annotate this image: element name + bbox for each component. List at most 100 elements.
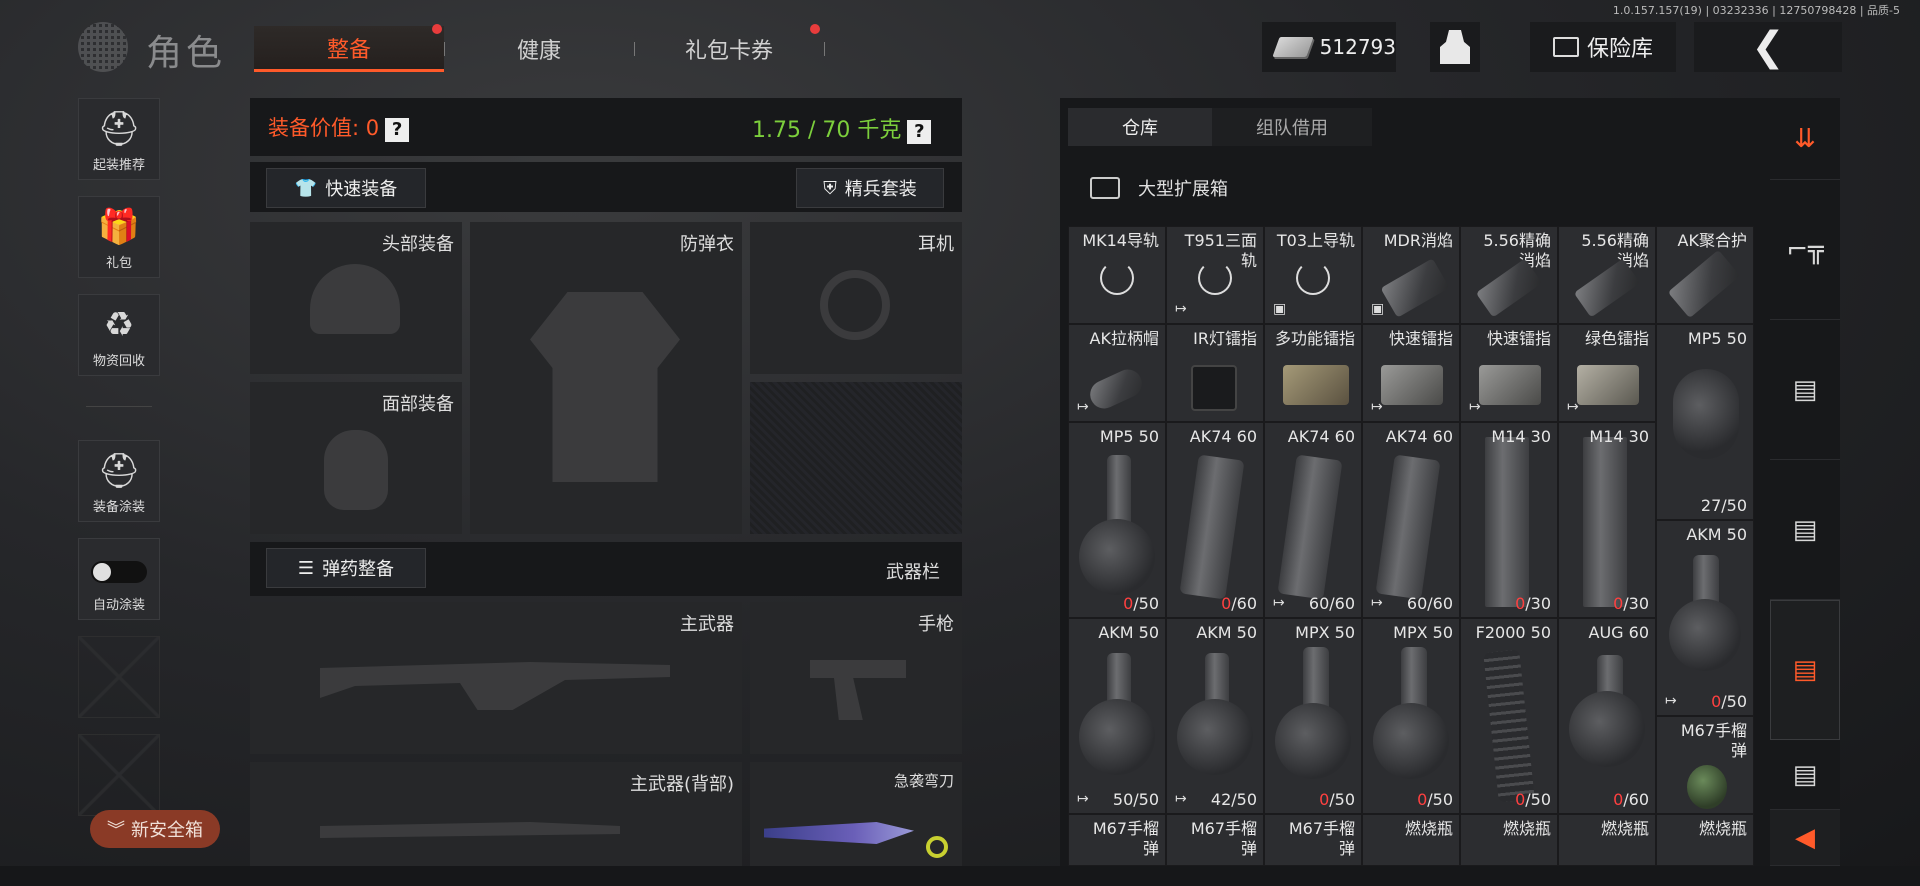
quick-equip-button[interactable]: 👕 快速装备 [266, 168, 426, 208]
storage-item[interactable]: 5.56精确 消焰 [1460, 226, 1558, 324]
tab-label: 健康 [516, 39, 561, 64]
storage-item[interactable]: AK拉柄帽 ↦ [1068, 324, 1166, 422]
storage-item[interactable]: 燃烧瓶 [1558, 814, 1656, 866]
storage-item[interactable]: MK14导轨 [1068, 226, 1166, 324]
laser-module-icon [1577, 365, 1639, 405]
storage-item[interactable]: 燃烧瓶 [1656, 814, 1754, 866]
sidebar-item-auto-paint[interactable]: 自动涂装 [78, 538, 160, 620]
sidebar-item-label: 装备涂装 [92, 500, 145, 515]
item-name: 多功能镭指 [1274, 329, 1355, 348]
storage-item[interactable]: AK74 60 ↦ 60/60 [1264, 422, 1362, 618]
storage-item[interactable]: M67手榴 弹 [1656, 716, 1754, 814]
mask-silhouette-icon [324, 430, 388, 510]
back-weapon-slot[interactable]: 主武器(背部) [250, 762, 742, 866]
storage-item[interactable]: AKM 50 ↦ 50/50 [1068, 618, 1166, 814]
primary-weapon-slot[interactable]: 主武器 [250, 602, 742, 754]
tab-container-2[interactable]: ▤ [1770, 460, 1840, 600]
sidebar-item-gift[interactable]: 🎁 礼包 [78, 196, 160, 278]
tab-container-1[interactable]: ▤ [1770, 320, 1840, 460]
tab-container-4[interactable]: ▤ [1770, 740, 1840, 810]
tab-health[interactable]: 健康 [444, 26, 634, 72]
storage-item[interactable]: MP5 50 27/50 [1656, 324, 1754, 520]
slot-label: 面部装备 [382, 394, 454, 415]
storage-item[interactable]: AK聚合护 [1656, 226, 1754, 324]
tab-label: 礼包卡券 [684, 39, 773, 64]
help-icon[interactable]: ? [385, 118, 410, 142]
storage-item[interactable]: 绿色镭指 ↦ [1558, 324, 1656, 422]
item-name: M67手榴 弹 [1680, 721, 1747, 760]
box-icon: ▣ [1371, 301, 1385, 317]
storage-item[interactable]: M14 30 0/30 [1460, 422, 1558, 618]
storage-item[interactable]: AKM 50 ↦ 0/50 [1656, 520, 1754, 716]
sidebar-item-equipment-paint[interactable]: ⛑ 装备涂装 [78, 440, 160, 522]
safebox-label: 新安全箱 [131, 820, 203, 841]
rifle-silhouette-icon [320, 662, 670, 710]
karambit-ring-icon [926, 836, 948, 858]
storage-item[interactable]: MDR消焰 ▣ [1362, 226, 1460, 324]
back-arrow-icon: ❮ [1751, 24, 1785, 70]
help-icon[interactable]: ? [907, 120, 932, 144]
storage-item[interactable]: AK74 60 0/60 [1166, 422, 1264, 618]
equipment-value: 装备价值: 0? [268, 112, 410, 142]
item-name: 燃烧瓶 [1698, 819, 1747, 838]
new-safebox-button[interactable]: ︾ 新安全箱 [90, 810, 220, 848]
storage-item[interactable]: 快速镭指 ↦ [1460, 324, 1558, 422]
tab-warehouse[interactable]: 仓库 [1068, 108, 1212, 146]
storage-item[interactable]: 5.56精确 消焰 [1558, 226, 1656, 324]
tab-container-3[interactable]: ▤ [1770, 600, 1840, 740]
storage-item[interactable]: MPX 50 0/50 [1362, 618, 1460, 814]
storage-item[interactable]: T03上导轨 ▣ [1264, 226, 1362, 324]
storage-item[interactable]: MPX 50 0/50 [1264, 618, 1362, 814]
storage-item[interactable]: 快速镭指 ↦ [1362, 324, 1460, 422]
back-button[interactable]: ❮ [1694, 22, 1842, 72]
storage-item[interactable]: T951三面 轨 ↦ [1166, 226, 1264, 324]
melee-slot[interactable]: 急袭弯刀 [750, 762, 962, 866]
item-name: AK74 60 [1287, 427, 1355, 446]
storage-item[interactable]: 燃烧瓶 [1362, 814, 1460, 866]
sidebar-item-recommended-loadout[interactable]: ⛑ 起装推荐 [78, 98, 160, 180]
storage-item[interactable]: M67手榴 弹 [1166, 814, 1264, 866]
face-gear-slot[interactable]: 面部装备 [250, 382, 462, 534]
tab-team-borrow[interactable]: 组队借用 [1212, 108, 1372, 146]
operator-button[interactable] [1430, 22, 1480, 72]
storage-item[interactable]: M14 30 0/30 [1558, 422, 1656, 618]
operator-icon [1440, 30, 1470, 64]
body-armor-slot[interactable]: 防弹衣 [470, 222, 742, 534]
elite-set-button[interactable]: ⛨ 精兵套装 [796, 168, 944, 208]
item-name: F2000 50 [1475, 623, 1551, 642]
tab-weapons[interactable]: ⌐╦ [1770, 180, 1840, 320]
currency-display[interactable]: 512793 [1262, 22, 1396, 72]
ammo-prep-button[interactable]: ☰ 弹药整备 [266, 548, 426, 588]
vest-silhouette-icon [530, 292, 680, 482]
tab-equipment[interactable]: 整备 [254, 24, 444, 72]
storage-item[interactable]: 多功能镭指 [1264, 324, 1362, 422]
collapse-button[interactable]: ◀ [1770, 810, 1840, 866]
storage-item[interactable]: AKM 50 ↦ 42/50 [1166, 618, 1264, 814]
storage-item[interactable]: M67手榴 弹 [1068, 814, 1166, 866]
storage-item[interactable]: AK74 60 ↦ 60/60 [1362, 422, 1460, 618]
pistol-slot[interactable]: 手枪 [750, 602, 962, 754]
item-name: AK聚合护 [1677, 231, 1747, 250]
storage-item[interactable]: F2000 50 0/50 [1460, 618, 1558, 814]
vault-button[interactable]: 保险库 [1530, 22, 1676, 72]
storage-item[interactable]: M67手榴 弹 [1264, 814, 1362, 866]
transfer-icon: ↦ [1371, 595, 1383, 611]
container-title: 大型扩展箱 [1138, 179, 1228, 200]
ammo-prep-label: 弹药整备 [322, 559, 395, 580]
storage-item[interactable]: MP5 50 0/50 [1068, 422, 1166, 618]
tab-gift-coupons[interactable]: 礼包卡券 [634, 24, 824, 72]
tab-divider [824, 42, 825, 56]
storage-item[interactable]: IR灯镭指 [1166, 324, 1264, 422]
sidebar-item-recycle[interactable]: ♻ 物资回收 [78, 294, 160, 376]
game-screen: 1.0.157.157(19) | 03232336 | 12750798428… [0, 0, 1920, 886]
box-icon: ▣ [1273, 301, 1287, 317]
auto-paint-toggle[interactable] [91, 561, 147, 583]
headset-slot[interactable]: 耳机 [750, 222, 962, 374]
container-box-icon: ▤ [1792, 655, 1818, 685]
storage-item[interactable]: AUG 60 0/60 [1558, 618, 1656, 814]
storage-item[interactable]: 燃烧瓶 [1460, 814, 1558, 866]
item-count: 60/60 [1308, 594, 1355, 613]
item-name: AK拉柄帽 [1089, 329, 1159, 348]
head-gear-slot[interactable]: 头部装备 [250, 222, 462, 374]
sort-button[interactable]: ⇊ [1770, 98, 1840, 180]
